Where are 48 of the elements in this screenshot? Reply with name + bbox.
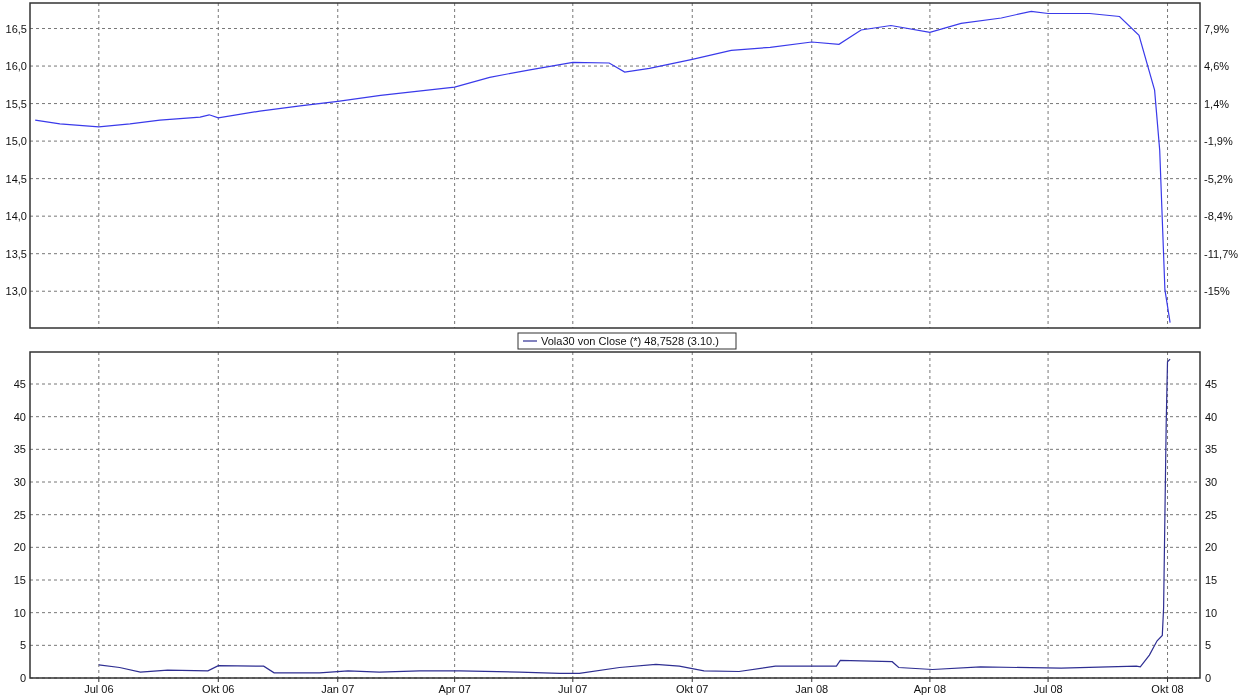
- axis-label: 25: [1205, 508, 1218, 521]
- axis-label: 35: [13, 443, 26, 456]
- axis-label: Jul 08: [1033, 683, 1063, 695]
- axis-label: 30: [1205, 476, 1218, 488]
- axis-label: 30: [13, 476, 26, 488]
- axis-label: 35: [1205, 443, 1218, 456]
- axis-label: 7,9%: [1204, 22, 1230, 35]
- axis-label: 15: [13, 574, 26, 586]
- axis-label: Okt 06: [202, 683, 235, 695]
- legend: Vola30 von Close (*) 48,7528 (3.10.): [517, 332, 737, 350]
- axis-label: Jan 07: [321, 683, 355, 695]
- axis-label: 0: [19, 672, 26, 684]
- axis-label: 1,4%: [1204, 97, 1230, 110]
- axis-label: 0: [1205, 672, 1212, 684]
- axis-label: -5,2%: [1204, 172, 1233, 185]
- axis-label: 15,0: [5, 135, 27, 148]
- axis-label: 15,5: [5, 97, 27, 110]
- axis-label: 14,0: [5, 210, 27, 223]
- axis-label: 5: [1205, 639, 1212, 652]
- axis-label: 13,0: [5, 285, 27, 298]
- axis-label: Jul 07: [558, 683, 588, 695]
- axis-label: -15%: [1204, 285, 1230, 298]
- axis-label: 20: [13, 541, 26, 554]
- axis-label: 15: [1205, 574, 1218, 586]
- axis-label: 40: [1205, 410, 1218, 423]
- axis-label: 5: [19, 639, 26, 652]
- axis-label: Apr 08: [913, 683, 947, 695]
- legend-label: Vola30 von Close (*) 48,7528 (3.10.): [541, 335, 719, 347]
- axis-label: 10: [13, 606, 26, 619]
- axis-label: 16,0: [5, 60, 27, 73]
- axis-label: Okt 08: [1151, 683, 1184, 695]
- axis-label: 14,5: [5, 172, 27, 185]
- axis-label: 13,5: [5, 247, 27, 260]
- axis-label: 45: [13, 378, 26, 390]
- axis-label: -1,9%: [1204, 135, 1233, 148]
- axis-label: 20: [1205, 541, 1218, 554]
- axis-label: 40: [13, 410, 26, 423]
- axis-label: 4,6%: [1204, 60, 1230, 73]
- axis-label: -8,4%: [1204, 210, 1233, 223]
- axis-label: 45: [1205, 378, 1218, 390]
- axis-label: -11,7%: [1204, 247, 1239, 260]
- axis-label: Jul 06: [84, 683, 114, 695]
- axis-label: 10: [1205, 606, 1218, 619]
- axis-label: Okt 07: [676, 683, 709, 695]
- axis-label: Apr 07: [438, 683, 471, 695]
- axis-label: 16,5: [5, 22, 27, 35]
- axis-label: Jan 08: [795, 683, 829, 695]
- axis-label: 25: [13, 508, 26, 521]
